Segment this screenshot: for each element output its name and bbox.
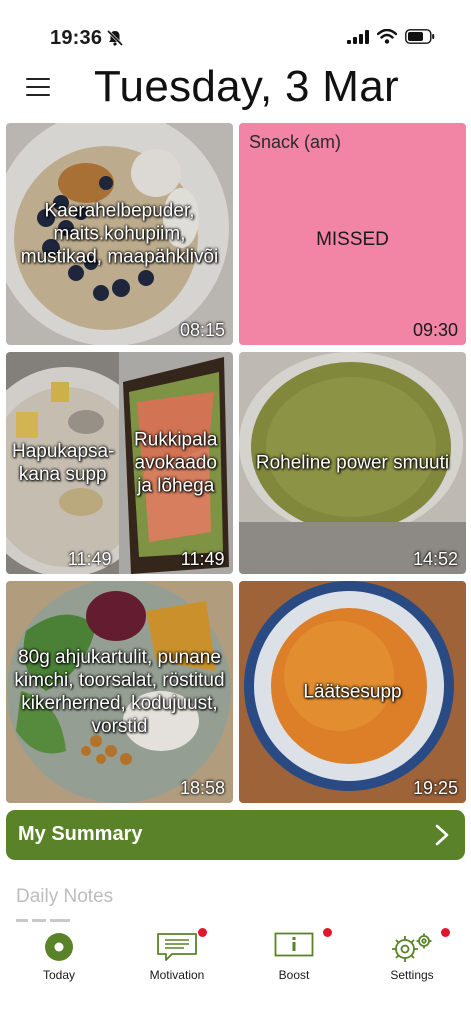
chevron-right-icon: [435, 824, 449, 846]
tab-boost[interactable]: Boost: [239, 924, 349, 994]
meal-tile-dinner[interactable]: 80g ahjukartulit, punane kimchi, toorsal…: [6, 581, 233, 803]
meal-time: 11:49: [67, 549, 112, 569]
meal-tile-lunch[interactable]: Hapukapsa-kana supp 11:49 Rukkipala avok…: [6, 352, 233, 574]
daily-notes-title: Daily Notes: [16, 886, 114, 907]
wifi-icon: [377, 29, 397, 44]
meal-time: 14:52: [412, 549, 458, 569]
meal-time: 19:25: [412, 778, 458, 798]
tab-today[interactable]: Today: [4, 924, 114, 994]
meal-slot-label: Snack (am): [249, 132, 342, 152]
meal-time: 18:58: [179, 778, 225, 798]
signal-icon: [347, 29, 369, 44]
info-board-icon: [274, 932, 314, 957]
tab-motivation[interactable]: Motivation: [122, 924, 232, 994]
missed-status: MISSED: [316, 229, 389, 250]
page-title: Tuesday, 3 Mar: [94, 62, 399, 111]
status-icons: [347, 29, 435, 44]
summary-label: My Summary: [18, 823, 143, 845]
meal-half-toast[interactable]: Rukkipala avokaado ja lõhega 11:49: [119, 352, 233, 574]
speech-bubble-icon: [157, 933, 197, 961]
tab-label: Today: [42, 968, 76, 982]
menu-button[interactable]: [26, 78, 50, 98]
meal-tile-smoothie[interactable]: Roheline power smuuti 14:52: [239, 352, 466, 574]
meal-time: 08:15: [179, 320, 225, 340]
my-summary-button[interactable]: My Summary: [6, 810, 465, 860]
meal-tile-breakfast[interactable]: Kaerahelbepuder, maits.kohupiim, mustika…: [6, 123, 233, 345]
meal-time: 09:30: [412, 320, 458, 340]
battery-icon: [405, 29, 435, 44]
meal-tile-soup[interactable]: Läätsesupp 19:25: [239, 581, 466, 803]
tab-settings[interactable]: Settings: [357, 924, 467, 994]
notification-dot: [441, 928, 450, 937]
silent-bell-icon: [106, 29, 124, 47]
notification-dot: [323, 928, 332, 937]
meal-tile-snack-missed[interactable]: Snack (am) MISSED 09:30: [239, 123, 466, 345]
today-icon: [45, 933, 73, 961]
meal-label: Kaerahelbepuder, maits.kohupiim, mustika…: [20, 200, 219, 268]
tab-label: Motivation: [149, 968, 205, 982]
meal-label: 80g ahjukartulit, punane kimchi, toorsal…: [14, 647, 225, 737]
meal-label: Hapukapsa-kana supp: [12, 441, 115, 485]
tab-bar: Today Motivation Boost Settings: [0, 924, 471, 1024]
meal-time: 11:49: [180, 549, 225, 569]
meal-label: Roheline power smuuti: [255, 452, 450, 474]
meal-label: Rukkipala avokaado ja lõhega: [134, 429, 218, 497]
meal-half-soup[interactable]: Hapukapsa-kana supp 11:49: [6, 352, 120, 574]
notification-dot: [198, 928, 207, 937]
status-time: 19:36: [50, 27, 103, 49]
gear-icon: [392, 933, 432, 962]
tab-label: Boost: [278, 968, 310, 982]
meal-label: Läätsesupp: [303, 681, 402, 703]
tab-label: Settings: [390, 968, 434, 982]
